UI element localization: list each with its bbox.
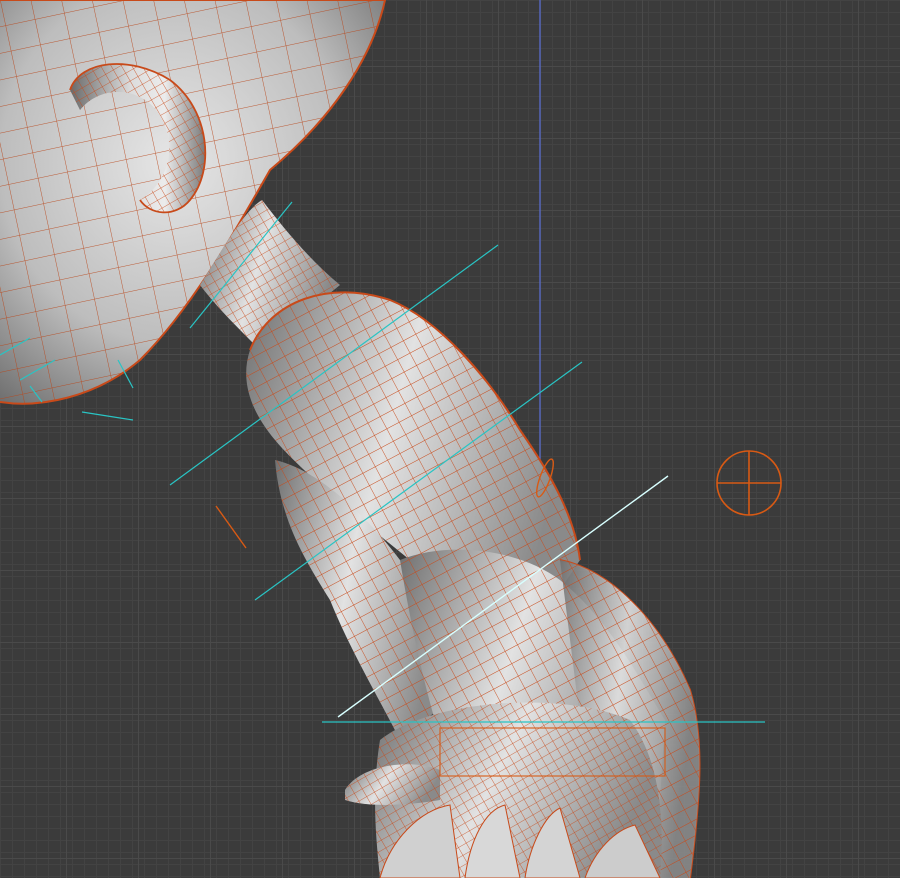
character-hand[interactable] — [345, 702, 666, 878]
3d-viewport[interactable] — [0, 0, 900, 878]
pole-vector-line[interactable] — [215, 505, 247, 549]
crosshair-circle-icon[interactable] — [716, 450, 782, 516]
scene-canvas[interactable] — [0, 0, 900, 878]
